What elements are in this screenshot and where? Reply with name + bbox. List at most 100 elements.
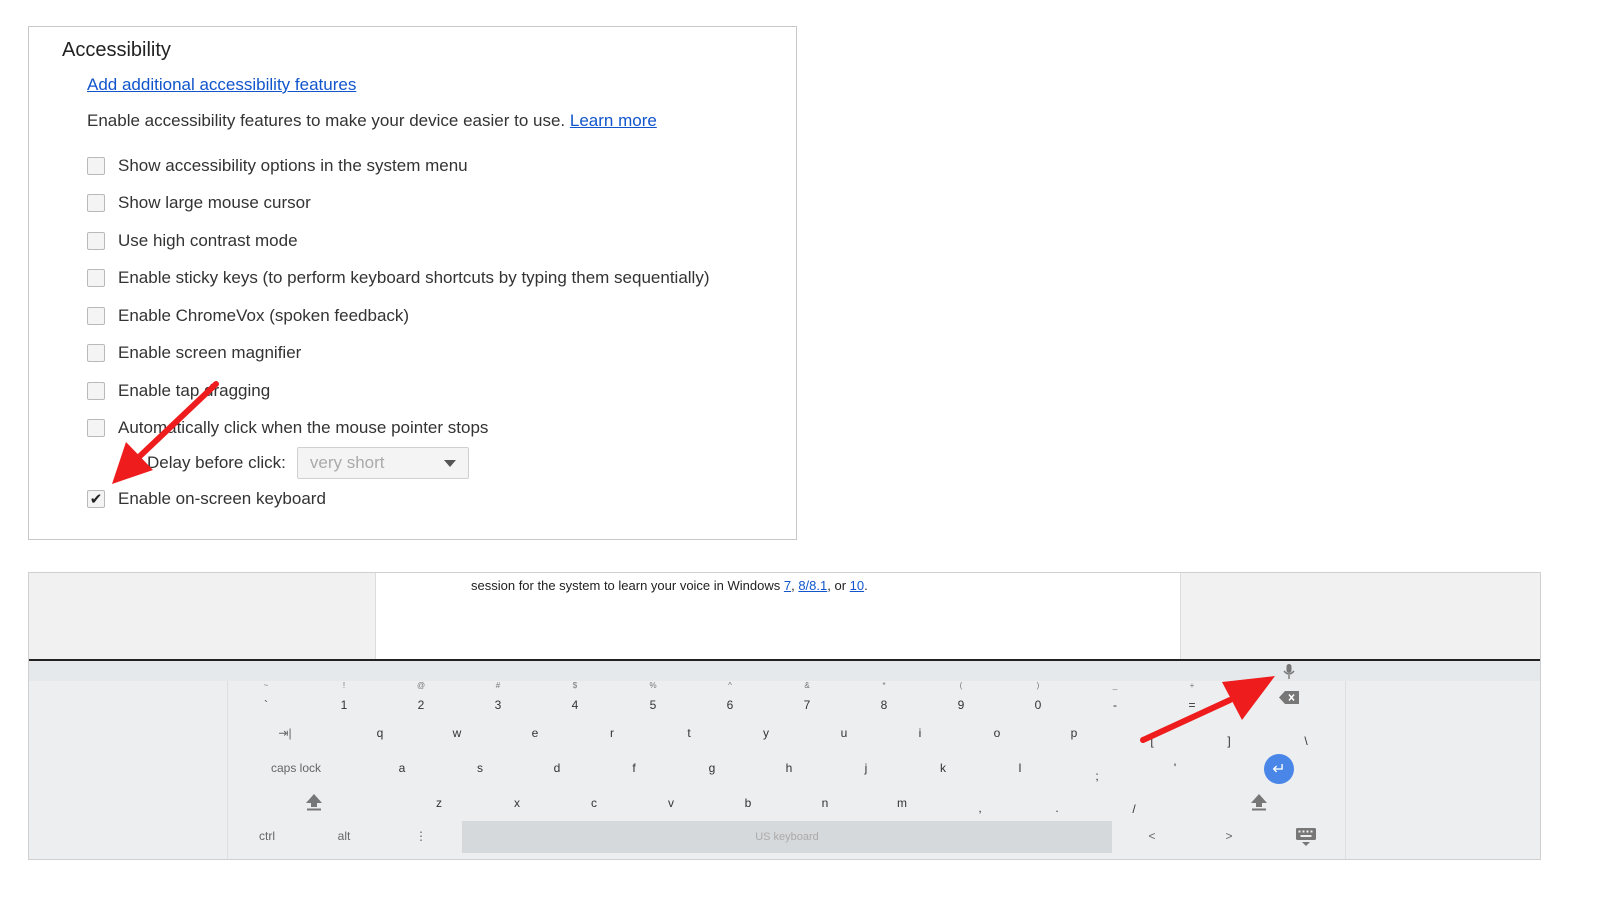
key-1[interactable]: ! 1 — [341, 681, 348, 712]
key-c[interactable]: c — [591, 796, 597, 810]
key-x[interactable]: x — [514, 796, 520, 810]
key-bracket-left[interactable]: [ — [1150, 734, 1153, 748]
microphone-icon[interactable] — [1282, 663, 1296, 680]
document-page: session for the system to learn your voi… — [375, 573, 1181, 659]
checkbox[interactable] — [87, 344, 105, 362]
delay-select[interactable]: very short — [296, 447, 469, 479]
enter-key[interactable]: ↵ — [1264, 754, 1294, 784]
key-slash[interactable]: / — [1132, 802, 1135, 816]
checkbox[interactable] — [87, 194, 105, 212]
key-t[interactable]: t — [687, 726, 690, 740]
checkbox[interactable] — [87, 382, 105, 400]
key-arrow-right[interactable]: > — [1225, 829, 1232, 843]
option-system-menu[interactable]: Show accessibility options in the system… — [87, 155, 468, 177]
checkbox-checked[interactable]: ✔ — [87, 490, 105, 508]
key-4[interactable]: $4 — [572, 681, 579, 712]
key-arrow-left[interactable]: < — [1148, 829, 1155, 843]
option-tap-dragging[interactable]: Enable tap dragging — [87, 380, 270, 402]
key-quote[interactable]: ' — [1174, 761, 1176, 775]
key-e[interactable]: e — [532, 726, 539, 740]
key-w[interactable]: w — [453, 726, 462, 740]
key-period[interactable]: . — [1055, 801, 1058, 815]
checkbox[interactable] — [87, 157, 105, 175]
key-g[interactable]: g — [709, 761, 716, 775]
key-s[interactable]: s — [477, 761, 483, 775]
doc-text-period: . — [864, 578, 868, 593]
key-d[interactable]: d — [554, 761, 561, 775]
key-9[interactable]: (9 — [957, 681, 965, 712]
option-auto-click[interactable]: Automatically click when the mouse point… — [87, 417, 488, 439]
option-onscreen-keyboard[interactable]: ✔ Enable on-screen keyboard — [87, 488, 326, 510]
option-chromevox[interactable]: Enable ChromeVox (spoken feedback) — [87, 305, 409, 327]
windows-10-link[interactable]: 10 — [850, 578, 864, 593]
key-h[interactable]: h — [786, 761, 793, 775]
option-sticky-keys[interactable]: Enable sticky keys (to perform keyboard … — [87, 267, 710, 289]
option-screen-magnifier[interactable]: Enable screen magnifier — [87, 342, 301, 364]
key-r[interactable]: r — [610, 726, 614, 740]
key-y[interactable]: y — [763, 726, 769, 740]
section-title: Accessibility — [62, 39, 171, 61]
keyboard-top-strip — [29, 661, 1540, 681]
key-8[interactable]: * 8 — [881, 681, 888, 712]
key-shift-label: ~ — [263, 681, 269, 690]
key-more[interactable]: ⋮ — [415, 829, 427, 843]
key-bracket-right[interactable]: ] — [1227, 734, 1230, 748]
key-2[interactable]: @2 — [417, 681, 425, 712]
key-label: 2 — [417, 698, 425, 712]
key-b[interactable]: b — [745, 796, 752, 810]
key-backslash[interactable]: \ — [1304, 734, 1307, 748]
key-backtick[interactable]: ~ ` — [264, 681, 269, 712]
add-accessibility-features-link[interactable]: Add additional accessibility features — [87, 75, 356, 95]
key-l[interactable]: l — [1019, 761, 1022, 775]
doc-text-segment: session for the system to learn your voi… — [471, 578, 784, 593]
key-shift-label: ( — [959, 681, 963, 690]
learn-more-link[interactable]: Learn more — [570, 111, 657, 130]
key-u[interactable]: u — [841, 726, 848, 740]
option-large-cursor[interactable]: Show large mouse cursor — [87, 192, 311, 214]
key-p[interactable]: p — [1071, 726, 1078, 740]
key-0[interactable]: ) 0 — [1035, 681, 1042, 712]
option-label: Enable on-screen keyboard — [118, 489, 326, 508]
keyboard-hide-icon[interactable] — [1295, 827, 1317, 847]
windows-8-link[interactable]: 8/8.1 — [798, 578, 827, 593]
backspace-icon[interactable] — [1279, 691, 1299, 704]
key-alt[interactable]: alt — [338, 829, 351, 843]
key-v[interactable]: v — [668, 796, 674, 810]
shift-icon[interactable] — [304, 793, 324, 811]
key-k[interactable]: k — [940, 761, 946, 775]
option-high-contrast[interactable]: Use high contrast mode — [87, 230, 298, 252]
key-shift-label: @ — [416, 681, 426, 690]
key-6[interactable]: ^ 6 — [727, 681, 734, 712]
key-minus[interactable]: _ - — [1113, 681, 1117, 712]
shift-icon[interactable] — [1249, 793, 1269, 811]
key-7[interactable]: & 7 — [804, 681, 811, 712]
space-bar[interactable]: US keyboard — [462, 821, 1112, 853]
key-tab[interactable]: ⇥| — [278, 726, 291, 740]
checkbox[interactable] — [87, 269, 105, 287]
windows-7-link[interactable]: 7 — [784, 578, 791, 593]
key-j[interactable]: j — [865, 761, 868, 775]
document-text: session for the system to learn your voi… — [471, 578, 868, 593]
key-comma[interactable]: , — [978, 801, 981, 815]
key-q[interactable]: q — [377, 726, 384, 740]
key-semicolon[interactable]: ; — [1095, 769, 1098, 783]
key-z[interactable]: z — [436, 796, 442, 810]
key-ctrl[interactable]: ctrl — [259, 829, 275, 843]
checkbox[interactable] — [87, 232, 105, 250]
key-5[interactable]: % 5 — [649, 681, 656, 712]
key-equals[interactable]: + = — [1188, 681, 1196, 712]
key-m[interactable]: m — [897, 796, 907, 810]
chevron-down-icon — [443, 459, 456, 467]
key-shift-label: _ — [1112, 681, 1118, 690]
key-3[interactable]: #3 — [495, 681, 502, 712]
checkbox[interactable] — [87, 419, 105, 437]
key-o[interactable]: o — [994, 726, 1001, 740]
key-caps-lock[interactable]: caps lock — [271, 761, 321, 775]
key-f[interactable]: f — [632, 761, 635, 775]
key-a[interactable]: a — [399, 761, 406, 775]
key-label: = — [1188, 698, 1196, 712]
key-i[interactable]: i — [919, 726, 922, 740]
key-label: 9 — [957, 698, 965, 712]
key-n[interactable]: n — [822, 796, 829, 810]
checkbox[interactable] — [87, 307, 105, 325]
